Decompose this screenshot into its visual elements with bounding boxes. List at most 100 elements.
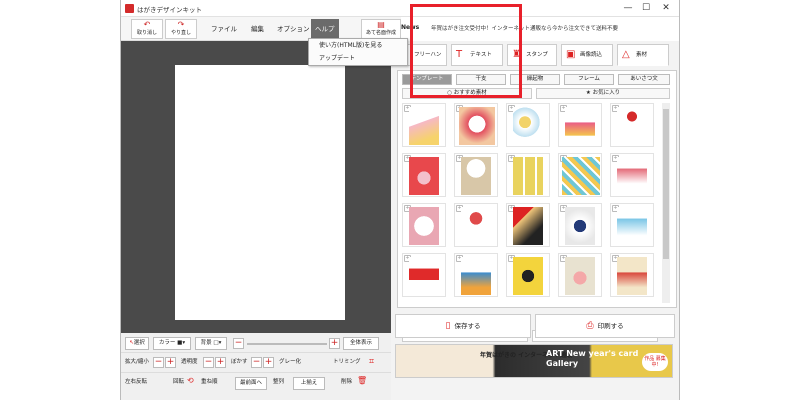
image-icon: ▣ xyxy=(566,49,576,60)
app-window: はがきデザインキット — ☐ ✕ ↶ 取り消し ↷ やり直し ファイル 編集 オ… xyxy=(120,0,680,400)
background-picker[interactable]: 背景 □▾ xyxy=(195,337,227,350)
ad-banner[interactable]: 年賀はがきの インターネット通販 ART New year's card Gal… xyxy=(395,344,673,378)
banner-badge: 作品 募集中! xyxy=(642,353,668,371)
printer-icon: ⎙ xyxy=(586,321,594,331)
address-side-button[interactable]: ▤ あて名面作成 xyxy=(361,19,401,39)
select-label: 選択 xyxy=(133,340,145,346)
undo-button[interactable]: ↶ 取り消し xyxy=(131,19,163,39)
template-thumbnail[interactable]: + xyxy=(558,103,602,147)
undo-label: 取り消し xyxy=(136,30,157,36)
template-thumbnail[interactable]: + xyxy=(454,253,498,297)
template-thumbnail[interactable]: + xyxy=(610,253,654,297)
address-side-label: あて名面作成 xyxy=(366,30,396,36)
redo-label: やり直し xyxy=(170,30,191,36)
tool-stamp-label: スタンプ xyxy=(526,52,548,58)
template-thumbnail[interactable]: + xyxy=(558,153,602,197)
scale-up-button[interactable]: + xyxy=(165,357,176,368)
blur-label: ぼかす xyxy=(231,359,248,365)
rotate-label[interactable]: 回転 xyxy=(173,376,184,389)
menu-item-update[interactable]: アップデート xyxy=(309,52,407,65)
template-grid: + + + + + + + + + + + + + + + + + + + + xyxy=(402,103,656,299)
controls-row-1: ↖選択 カラー ■▾ 背景 □▾ − + 全体表示 xyxy=(121,333,391,353)
material-panel: テンプレート 干支 縁起物 フレーム あいさつ文 ○ おすすめ素材 ★ お気に入… xyxy=(397,70,677,342)
template-thumbnail[interactable]: + xyxy=(454,153,498,197)
subtab-greeting[interactable]: あいさつ文 xyxy=(618,74,670,85)
align-label: 整列 xyxy=(273,379,285,385)
title-bar: はがきデザインキット — ☐ ✕ xyxy=(121,0,679,17)
template-thumbnail[interactable]: + xyxy=(506,153,550,197)
help-dropdown: 使い方(HTML版)を見る アップデート xyxy=(308,38,408,66)
transparency-label: 透明度 xyxy=(181,359,198,365)
close-button[interactable]: ✕ xyxy=(659,2,673,14)
save-label: 保存する xyxy=(454,322,481,330)
template-scrollbar[interactable] xyxy=(662,103,670,303)
highlight-box xyxy=(410,4,522,98)
delete-label[interactable]: 削除 xyxy=(341,376,352,389)
template-thumbnail[interactable]: + xyxy=(558,203,602,247)
save-button[interactable]: ▯ 保存する xyxy=(395,314,531,338)
app-icon xyxy=(125,4,134,13)
blur-up-button[interactable]: + xyxy=(263,357,274,368)
tool-image-import[interactable]: ▣ 画像読込 xyxy=(561,44,613,66)
template-thumbnail[interactable]: + xyxy=(610,203,654,247)
tool-image-label: 画像読込 xyxy=(580,52,603,58)
menu-edit[interactable]: 編集 xyxy=(247,19,268,39)
template-thumbnail[interactable]: + xyxy=(454,103,498,147)
redo-button[interactable]: ↷ やり直し xyxy=(165,19,197,39)
trim-icon[interactable]: ⌗ xyxy=(369,357,374,367)
tool-material[interactable]: △ 素材 xyxy=(617,44,669,66)
select-button[interactable]: ↖選択 xyxy=(125,337,149,350)
template-thumbnail[interactable]: + xyxy=(558,253,602,297)
shapes-icon: △ xyxy=(622,49,630,60)
template-thumbnail[interactable]: + xyxy=(402,103,446,147)
fit-view-button[interactable]: 全体表示 xyxy=(343,337,379,350)
blur-down-button[interactable]: − xyxy=(251,357,262,368)
template-thumbnail[interactable]: + xyxy=(610,103,654,147)
template-thumbnail[interactable]: + xyxy=(610,153,654,197)
zoom-slider[interactable] xyxy=(247,343,327,345)
zoom-in-button[interactable]: + xyxy=(329,338,340,349)
scale-down-button[interactable]: − xyxy=(153,357,164,368)
order-label: 重ね順 xyxy=(201,379,218,385)
template-thumbnail[interactable]: + xyxy=(402,153,446,197)
trash-icon[interactable]: 🗑 xyxy=(357,376,367,385)
order-select[interactable]: 最前面へ xyxy=(235,377,267,390)
controls-row-3: 左右反転 回転 ⟲ 重ね順 最前面へ 整列 上揃え 削除 🗑 xyxy=(121,373,391,393)
postcard-canvas[interactable] xyxy=(175,65,345,320)
scrollbar-thumb[interactable] xyxy=(663,109,669,259)
menu-file[interactable]: ファイル xyxy=(207,19,241,39)
trim-label[interactable]: トリミング xyxy=(333,356,361,369)
edit-controls: ↖選択 カラー ■▾ 背景 □▾ − + 全体表示 拡大/縮小 − + 透明度 … xyxy=(121,333,391,400)
rotate-icon[interactable]: ⟲ xyxy=(187,376,194,385)
menu-help[interactable]: ヘルプ xyxy=(311,19,339,39)
template-thumbnail[interactable]: + xyxy=(506,203,550,247)
subtab-frame[interactable]: フレーム xyxy=(564,74,614,85)
zoom-out-button[interactable]: − xyxy=(233,338,244,349)
scale-label: 拡大/縮小 xyxy=(125,359,149,365)
window-title: はがきデザインキット xyxy=(137,6,202,14)
favorites-button[interactable]: ★ お気に入り xyxy=(536,88,670,99)
print-label: 印刷する xyxy=(597,322,624,330)
transparency-up-button[interactable]: + xyxy=(215,357,226,368)
template-thumbnail[interactable]: + xyxy=(506,253,550,297)
template-thumbnail[interactable]: + xyxy=(402,253,446,297)
template-thumbnail[interactable]: + xyxy=(506,103,550,147)
redo-icon: ↷ xyxy=(177,20,185,29)
canvas-area xyxy=(121,41,391,333)
flip-label[interactable]: 左右反転 xyxy=(125,376,147,389)
transparency-down-button[interactable]: − xyxy=(203,357,214,368)
address-card-icon: ▤ xyxy=(377,20,385,29)
color-picker[interactable]: カラー ■▾ xyxy=(153,337,191,350)
menu-options[interactable]: オプション xyxy=(273,19,314,39)
background-label: 背景 xyxy=(200,340,212,346)
template-thumbnail[interactable]: + xyxy=(402,203,446,247)
maximize-button[interactable]: ☐ xyxy=(639,2,653,14)
favorites-label: お気に入り xyxy=(592,90,621,96)
menu-item-howto[interactable]: 使い方(HTML版)を見る xyxy=(309,39,407,52)
minimize-button[interactable]: — xyxy=(621,2,635,14)
align-select[interactable]: 上揃え xyxy=(293,377,325,390)
controls-row-2: 拡大/縮小 − + 透明度 − + ぼかす − + グレー化 トリミング ⌗ xyxy=(121,353,391,373)
grayscale-label[interactable]: グレー化 xyxy=(279,356,301,369)
template-thumbnail[interactable]: + xyxy=(454,203,498,247)
print-button[interactable]: ⎙ 印刷する xyxy=(535,314,675,338)
